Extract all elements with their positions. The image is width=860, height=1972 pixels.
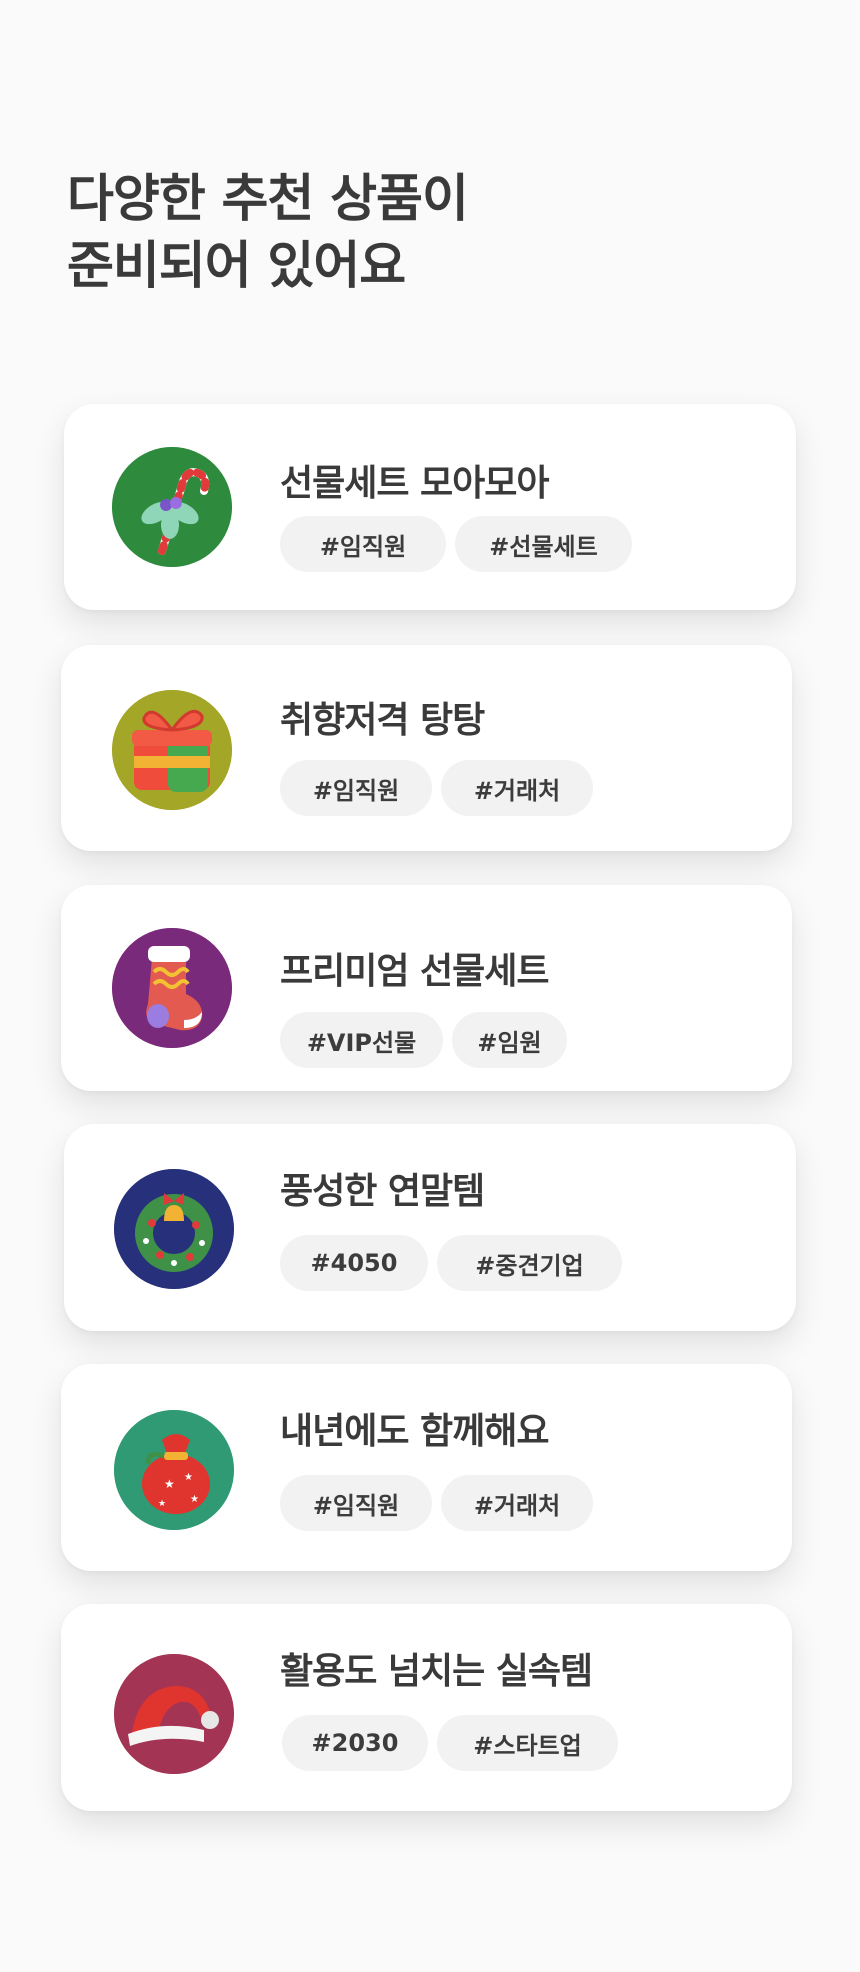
svg-text:★: ★	[164, 1477, 175, 1491]
svg-text:★: ★	[190, 1494, 199, 1505]
svg-text:★: ★	[158, 1499, 166, 1509]
product-card-gift-sets[interactable]: 선물세트 모아모아 #임직원 #선물세트	[64, 404, 796, 610]
card-title: 선물세트 모아모아	[280, 463, 549, 504]
product-card-next-year[interactable]: ★ ★ ★ ★ 내년에도 함께해요 #임직원 #거래처	[61, 1364, 792, 1571]
card-title: 활용도 넘치는 실속템	[280, 1651, 593, 1692]
page-title-line-2: 준비되어 있어요	[67, 237, 406, 296]
product-card-practical[interactable]: 활용도 넘치는 실속템 #2030 #스타트업	[61, 1604, 792, 1811]
product-card-premium[interactable]: 프리미엄 선물세트 #VIP선물 #임원	[61, 885, 792, 1091]
card-title: 풍성한 연말템	[280, 1171, 485, 1212]
tag-list: #임직원 #거래처	[280, 1475, 593, 1531]
gift-box-icon	[112, 690, 232, 810]
page-title-line-1: 다양한 추천 상품이	[67, 170, 469, 229]
card-title: 내년에도 함께해요	[280, 1411, 549, 1452]
santa-sack-icon: ★ ★ ★ ★	[114, 1410, 234, 1530]
tag-list: #VIP선물 #임원	[280, 1012, 567, 1068]
tag-list: #4050 #중견기업	[280, 1235, 622, 1291]
tag-chip[interactable]: #거래처	[441, 760, 593, 816]
card-title: 취향저격 탕탕	[280, 700, 485, 741]
page-title: 다양한 추천 상품이 준비되어 있어요	[67, 166, 469, 300]
tag-chip[interactable]: #중견기업	[437, 1235, 622, 1291]
tag-chip[interactable]: #선물세트	[455, 516, 632, 572]
tag-chip[interactable]: #2030	[282, 1715, 428, 1771]
candy-cane-icon	[112, 447, 232, 567]
tag-list: #2030 #스타트업	[282, 1715, 618, 1771]
santa-hat-icon	[114, 1654, 234, 1774]
tag-chip[interactable]: #임직원	[280, 1475, 432, 1531]
stocking-icon	[112, 928, 232, 1048]
wreath-icon	[114, 1169, 234, 1289]
product-card-year-end[interactable]: 풍성한 연말템 #4050 #중견기업	[64, 1124, 796, 1331]
tag-chip[interactable]: #4050	[280, 1235, 428, 1291]
tag-list: #임직원 #선물세트	[280, 516, 632, 572]
svg-text:★: ★	[184, 1472, 193, 1483]
tag-chip[interactable]: #스타트업	[437, 1715, 618, 1771]
tag-chip[interactable]: #임원	[452, 1012, 567, 1068]
product-card-taste[interactable]: 취향저격 탕탕 #임직원 #거래처	[61, 645, 792, 851]
card-title: 프리미엄 선물세트	[280, 951, 549, 992]
tag-chip[interactable]: #임직원	[280, 516, 446, 572]
tag-chip[interactable]: #VIP선물	[280, 1012, 443, 1068]
tag-chip[interactable]: #임직원	[280, 760, 432, 816]
tag-chip[interactable]: #거래처	[441, 1475, 593, 1531]
tag-list: #임직원 #거래처	[280, 760, 593, 816]
